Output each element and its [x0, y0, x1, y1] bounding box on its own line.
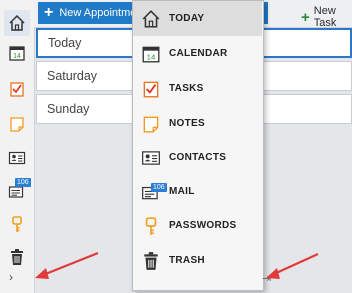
day-label: Today	[48, 36, 82, 50]
contacts-icon	[142, 150, 160, 165]
calendar-icon: 14	[9, 46, 25, 61]
sidebar: 14 106 ›	[0, 0, 35, 293]
calendar-date: 14	[147, 52, 156, 61]
sidebar-item-calendar[interactable]: 14	[4, 40, 30, 66]
plus-icon: +	[301, 8, 310, 26]
navigation-popup: TODAY 14 CALENDAR TASKS NOTES CONTACTS 1…	[132, 0, 271, 291]
menu-item-tasks[interactable]: TASKS	[133, 71, 262, 106]
trash-icon	[11, 249, 23, 265]
menu-label: TODAY	[169, 13, 205, 24]
home-icon	[142, 9, 160, 28]
annotation-arrowhead	[35, 268, 49, 279]
sidebar-item-mail[interactable]: 106	[4, 178, 31, 204]
calendar-icon: 14	[142, 46, 160, 62]
plus-icon: +	[44, 4, 54, 21]
menu-item-passwords[interactable]: PASSWORDS	[133, 208, 262, 243]
menu-label: TASKS	[169, 83, 204, 94]
notes-icon	[143, 116, 159, 132]
sidebar-item-notes[interactable]	[4, 111, 30, 137]
tasks-icon	[10, 82, 24, 97]
menu-label: MAIL	[169, 186, 195, 197]
menu-label: PASSWORDS	[169, 220, 237, 231]
day-label: Saturday	[47, 69, 98, 83]
menu-label: TRASH	[169, 255, 205, 266]
trash-icon	[144, 251, 158, 270]
sidebar-item-trash[interactable]	[4, 244, 30, 270]
mail-badge: 106	[15, 178, 31, 187]
calendar-date: 14	[13, 53, 21, 60]
contacts-icon	[8, 151, 26, 165]
sidebar-expand-icon[interactable]: ›	[9, 270, 13, 284]
new-task-button[interactable]: + New Task	[301, 5, 352, 29]
new-task-label: New Task	[313, 5, 337, 29]
sidebar-item-today[interactable]	[4, 10, 30, 36]
sidebar-item-passwords[interactable]	[4, 211, 30, 237]
sidebar-item-tasks[interactable]	[4, 76, 30, 102]
menu-item-notes[interactable]: NOTES	[133, 106, 262, 141]
home-icon	[9, 14, 25, 31]
tasks-icon	[143, 81, 159, 97]
menu-item-calendar[interactable]: 14 CALENDAR	[133, 36, 262, 71]
annotation-arrow	[273, 252, 319, 276]
menu-item-mail[interactable]: 106 MAIL	[133, 174, 262, 209]
menu-item-contacts[interactable]: CONTACTS	[133, 140, 262, 175]
menu-item-today[interactable]: TODAY	[133, 1, 262, 36]
menu-label: CALENDAR	[169, 48, 228, 59]
day-label: Sunday	[47, 102, 90, 116]
notes-icon	[10, 117, 24, 132]
menu-label: CONTACTS	[169, 152, 227, 163]
menu-label: NOTES	[169, 118, 205, 129]
menu-item-trash[interactable]: TRASH	[133, 243, 262, 278]
passwords-icon	[12, 216, 22, 232]
pin-icon[interactable]: ⇥	[262, 272, 271, 285]
sidebar-item-contacts[interactable]	[4, 145, 30, 171]
passwords-icon	[145, 216, 157, 235]
annotation-arrow	[42, 251, 99, 277]
mail-badge: 106	[151, 182, 167, 192]
